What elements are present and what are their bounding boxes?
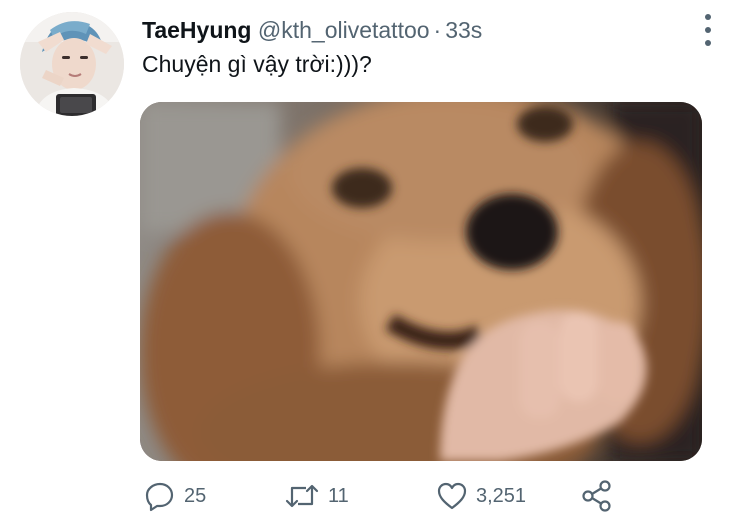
tweet-text: Chuyện gì vậy trời:)))? (142, 51, 372, 77)
dog-photo (140, 102, 702, 461)
tweet-timestamp[interactable]: 33s (445, 17, 482, 43)
heart-icon (437, 482, 467, 510)
retweet-icon (285, 484, 319, 508)
share-icon (582, 480, 611, 512)
tweet-media-photo[interactable] (140, 102, 702, 461)
tweet-actions: 25 11 3,251 (0, 476, 750, 516)
speech-bubble-icon (145, 482, 174, 512)
avatar-image (20, 12, 124, 116)
like-count: 3,251 (476, 484, 527, 507)
reply-button[interactable]: 25 (144, 476, 206, 516)
reply-count: 25 (184, 484, 207, 507)
tweet: TaeHyung @kth_olivetattoo · 33s Chuyện gì … (0, 0, 750, 523)
author-display-name[interactable]: TaeHyung (142, 17, 251, 43)
tweet-header: TaeHyung @kth_olivetattoo · 33s (142, 16, 482, 44)
more-dot (705, 14, 711, 20)
more-dot (705, 40, 711, 46)
author-handle[interactable]: @kth_olivetattoo (258, 17, 430, 43)
like-button[interactable]: 3,251 (436, 476, 526, 516)
share-button[interactable] (580, 476, 614, 516)
more-dot (705, 27, 711, 33)
retweet-button[interactable]: 11 (284, 476, 349, 516)
retweet-count: 11 (328, 484, 349, 507)
more-vertical-icon[interactable] (696, 14, 720, 46)
header-separator: · (433, 17, 442, 43)
avatar[interactable] (20, 12, 124, 116)
